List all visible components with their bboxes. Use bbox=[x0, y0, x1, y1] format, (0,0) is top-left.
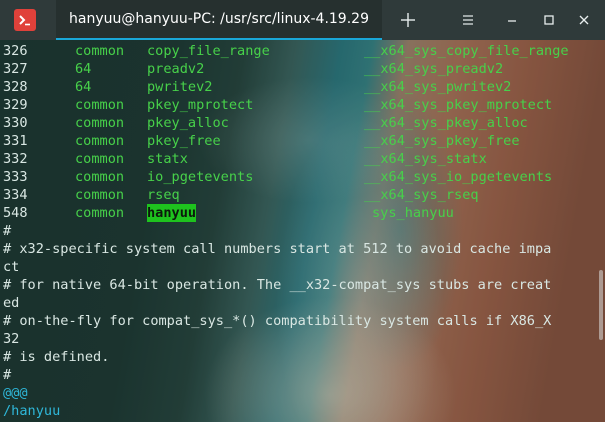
syscall-number: 327 bbox=[3, 61, 28, 77]
syscall-number: 334 bbox=[3, 187, 28, 203]
syscall-abi: common bbox=[75, 187, 125, 203]
maximize-icon bbox=[544, 15, 554, 25]
syscall-abi: common bbox=[75, 169, 125, 185]
comment-line: ct bbox=[3, 259, 20, 275]
table-row: 548 common hanyuu sys_hanyuu bbox=[3, 204, 454, 222]
syscall-number: 548 bbox=[3, 205, 28, 221]
syscall-number: 332 bbox=[3, 151, 28, 167]
tab-title: hanyuu@hanyuu-PC: /usr/src/linux-4.19.29 bbox=[69, 11, 369, 27]
syscall-abi: 64 bbox=[75, 61, 92, 77]
table-row: 330 common pkey_alloc __x64_sys_pkey_all… bbox=[3, 114, 528, 132]
comment-line: # bbox=[3, 367, 12, 383]
table-row: 333 common io_pgetevents __x64_sys_io_pg… bbox=[3, 168, 552, 186]
table-row: 328 64 pwritev2 __x64_sys_pwritev2 bbox=[3, 78, 511, 96]
tab-terminal[interactable]: hanyuu@hanyuu-PC: /usr/src/linux-4.19.29 bbox=[56, 0, 382, 40]
close-icon bbox=[579, 15, 589, 25]
terminal-output[interactable]: 326 common copy_file_range __x64_sys_cop… bbox=[0, 40, 605, 422]
table-row: 334 common rseq __x64_sys_rseq bbox=[3, 186, 479, 204]
syscall-number: 328 bbox=[3, 79, 28, 95]
comment-line: # for native 64-bit operation. The __x32… bbox=[3, 277, 552, 293]
syscall-abi: common bbox=[75, 115, 125, 131]
title-bar[interactable]: hanyuu@hanyuu-PC: /usr/src/linux-4.19.29 bbox=[0, 0, 605, 40]
comment-line: # x32-specific system call numbers start… bbox=[3, 241, 552, 257]
table-row: 331 common pkey_free __x64_sys_pkey_free bbox=[3, 132, 520, 150]
main-menu-button[interactable] bbox=[456, 8, 480, 32]
vim-search-command[interactable]: /hanyuu bbox=[3, 402, 60, 420]
syscall-abi: 64 bbox=[75, 79, 92, 95]
syscall-entry: sys_hanyuu bbox=[372, 205, 454, 221]
syscall-entry: __x64_sys_statx bbox=[364, 151, 487, 167]
syscall-entry: __x64_sys_pkey_mprotect bbox=[364, 97, 553, 113]
syscall-abi: common bbox=[75, 97, 125, 113]
plus-icon bbox=[401, 13, 415, 27]
syscall-abi: common bbox=[75, 43, 125, 59]
syscall-name: pwritev2 bbox=[147, 79, 213, 95]
comment-line: 32 bbox=[3, 331, 20, 347]
comment-line: ed bbox=[3, 295, 20, 311]
syscall-number: 330 bbox=[3, 115, 28, 131]
hamburger-menu-icon bbox=[463, 15, 473, 25]
new-tab-button[interactable] bbox=[396, 8, 420, 32]
syscall-name: rseq bbox=[147, 187, 180, 203]
syscall-name: io_pgetevents bbox=[147, 169, 254, 185]
table-row: 332 common statx __x64_sys_statx bbox=[3, 150, 487, 168]
table-row: 327 64 preadv2 __x64_sys_preadv2 bbox=[3, 60, 503, 78]
minimize-icon bbox=[508, 20, 516, 22]
maximize-button[interactable] bbox=[537, 8, 561, 32]
syscall-name: pkey_alloc bbox=[147, 115, 229, 131]
syscall-name: copy_file_range bbox=[147, 43, 270, 59]
syscall-name: pkey_free bbox=[147, 133, 221, 149]
syscall-number: 326 bbox=[3, 43, 28, 59]
syscall-entry: __x64_sys_pwritev2 bbox=[364, 79, 512, 95]
syscall-entry: __x64_sys_pkey_alloc bbox=[364, 115, 528, 131]
syscall-number: 329 bbox=[3, 97, 28, 113]
syscall-name: statx bbox=[147, 151, 188, 167]
syscall-number: 331 bbox=[3, 133, 28, 149]
table-row: 326 common copy_file_range __x64_sys_cop… bbox=[3, 42, 569, 60]
minimize-button[interactable] bbox=[500, 8, 524, 32]
syscall-name: preadv2 bbox=[147, 61, 205, 77]
search-match-highlight: hanyuu bbox=[147, 204, 197, 222]
syscall-entry: __x64_sys_io_pgetevents bbox=[364, 169, 553, 185]
table-row: 329 common pkey_mprotect __x64_sys_pkey_… bbox=[3, 96, 552, 114]
syscall-abi: common bbox=[75, 151, 125, 167]
syscall-number: 333 bbox=[3, 169, 28, 185]
comment-line: # is defined. bbox=[3, 349, 110, 365]
syscall-entry: __x64_sys_pkey_free bbox=[364, 133, 520, 149]
terminal-app-icon[interactable] bbox=[14, 9, 36, 31]
syscall-abi: common bbox=[75, 205, 125, 221]
scrollbar[interactable] bbox=[599, 270, 603, 340]
syscall-entry: __x64_sys_copy_file_range bbox=[364, 43, 569, 59]
syscall-name: pkey_mprotect bbox=[147, 97, 254, 113]
close-button[interactable] bbox=[572, 8, 596, 32]
syscall-entry: __x64_sys_preadv2 bbox=[364, 61, 504, 77]
vim-truncation-marker: @@@ bbox=[3, 385, 28, 401]
comment-line: # on-the-fly for compat_sys_*() compatib… bbox=[3, 313, 552, 329]
comment-line: # bbox=[3, 223, 12, 239]
syscall-abi: common bbox=[75, 133, 125, 149]
syscall-entry: __x64_sys_rseq bbox=[364, 187, 479, 203]
